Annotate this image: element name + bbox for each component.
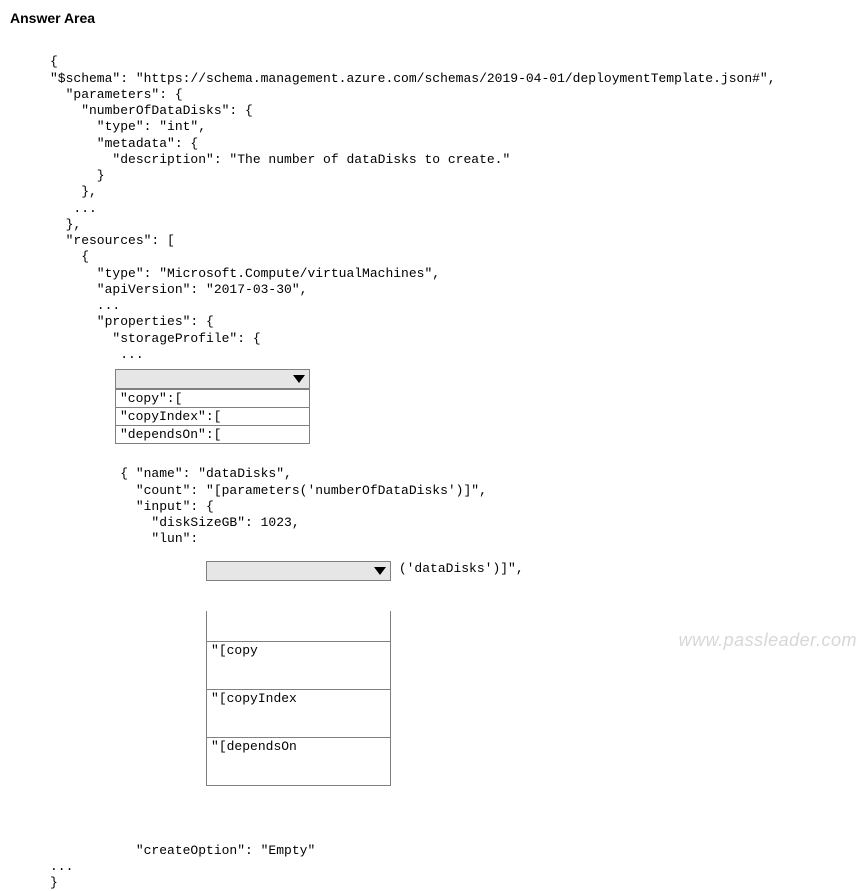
code-block: { "$schema": "https://schema.management.… [10, 38, 865, 363]
dropdown-1-options: "copy":[ "copyIndex":[ "dependsOn":[ [115, 389, 310, 444]
dropdown-2-option[interactable]: "[copyIndex [207, 689, 390, 707]
code-line: { [50, 249, 89, 264]
lun-line: "lun": ('dataDisks')]", "[copy "[copyInd… [50, 531, 865, 816]
answer-area-title: Answer Area [10, 10, 865, 26]
code-line: } [50, 168, 105, 183]
code-line: "resources": [ [50, 233, 175, 248]
code-line: "parameters": { [50, 87, 183, 102]
code-line: { [50, 54, 58, 69]
code-line: "type": "int", [50, 119, 206, 134]
chevron-down-icon [374, 567, 386, 575]
dropdown-1-toggle[interactable] [115, 369, 310, 389]
dropdown-2-options: "[copy "[copyIndex "[dependsOn [206, 611, 391, 786]
code-line: "storageProfile": { [50, 331, 261, 346]
code-line: { "name": "dataDisks", [50, 466, 292, 481]
dropdown-1-option[interactable]: "dependsOn":[ [116, 425, 309, 443]
code-line: } [50, 875, 58, 890]
code-line: "createOption": "Empty" [50, 843, 315, 858]
code-line: ... [50, 298, 120, 313]
code-block: "createOption": "Empty" ... } [10, 826, 865, 891]
code-line: "properties": { [50, 314, 214, 329]
code-block: { "name": "dataDisks", "count": "[parame… [10, 450, 865, 531]
code-line: "diskSizeGB": 1023, [50, 515, 300, 530]
code-line: ... [50, 347, 144, 362]
dropdown-2-option[interactable]: "[dependsOn [207, 737, 390, 755]
code-line-prefix: "lun": [50, 531, 206, 546]
watermark: www.passleader.com [679, 630, 857, 651]
code-line: "numberOfDataDisks": { [50, 103, 253, 118]
dropdown-1[interactable]: "copy":[ "copyIndex":[ "dependsOn":[ [115, 369, 865, 444]
code-line: "$schema": "https://schema.management.az… [50, 71, 776, 86]
code-line: }, [50, 217, 81, 232]
code-line-suffix: ('dataDisks')]", [391, 561, 524, 576]
dropdown-1-option[interactable]: "copy":[ [116, 389, 309, 407]
code-line: "description": "The number of dataDisks … [50, 152, 510, 167]
dropdown-1-option[interactable]: "copyIndex":[ [116, 407, 309, 425]
code-line: }, [50, 184, 97, 199]
code-line: "count": "[parameters('numberOfDataDisks… [50, 483, 487, 498]
code-line: ... [50, 201, 97, 216]
code-line: "apiVersion": "2017-03-30", [50, 282, 307, 297]
code-line: ... [50, 859, 73, 874]
code-line: "input": { [50, 499, 214, 514]
code-line: "metadata": { [50, 136, 198, 151]
dropdown-2-toggle[interactable] [206, 561, 391, 581]
code-line: "type": "Microsoft.Compute/virtualMachin… [50, 266, 440, 281]
chevron-down-icon [293, 375, 305, 383]
